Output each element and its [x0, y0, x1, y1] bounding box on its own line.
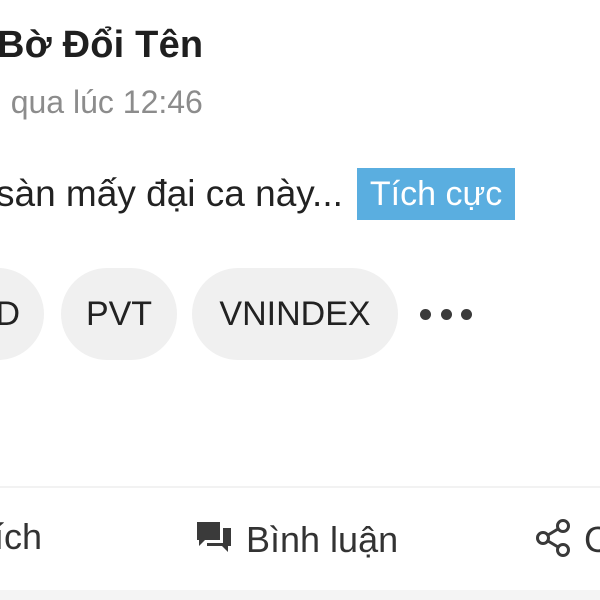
comment-button[interactable]: Bình luận: [194, 516, 398, 564]
tag-chip[interactable]: VNINDEX: [192, 268, 398, 360]
share-icon: [534, 518, 572, 563]
like-button[interactable]: ích: [0, 516, 42, 558]
comment-label: Bình luận: [246, 519, 399, 560]
share-button[interactable]: C: [534, 516, 600, 564]
author-name[interactable]: Bờ Đổi Tên: [0, 24, 203, 67]
share-label: C: [584, 519, 600, 560]
tag-chip[interactable]: D: [0, 268, 44, 360]
post-content: sàn mấy đại ca này... Tích cực: [0, 168, 516, 220]
post-text: sàn mấy đại ca này...: [0, 173, 343, 214]
post-timestamp: n qua lúc 12:46: [0, 84, 203, 120]
post-card: Bờ Đổi Tên n qua lúc 12:46 sàn mấy đại c…: [0, 0, 600, 600]
action-bar: ích Bình luận C: [0, 488, 600, 600]
comment-icon: [194, 519, 234, 562]
tag-chip[interactable]: PVT: [61, 268, 177, 360]
more-horizontal-icon[interactable]: [420, 301, 472, 327]
section-separator: [0, 590, 600, 600]
sentiment-badge: Tích cực: [356, 168, 516, 220]
